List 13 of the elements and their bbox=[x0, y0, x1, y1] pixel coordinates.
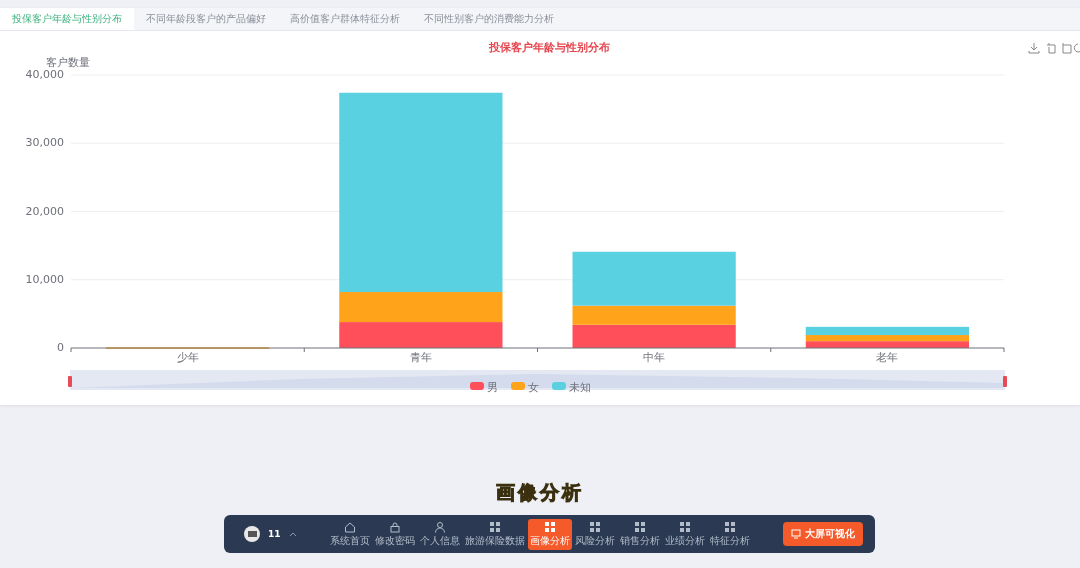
y-tick-label: 30,000 bbox=[25, 136, 64, 150]
x-tick-label: 中年 bbox=[643, 351, 666, 364]
y-tick-label: 20,000 bbox=[25, 204, 64, 218]
y-tick-label: 10,000 bbox=[25, 272, 64, 286]
y-axis-label: 客户数量 bbox=[46, 56, 90, 69]
video-caption: 画像分析 bbox=[496, 481, 584, 503]
x-tick-label: 老年 bbox=[876, 351, 899, 364]
x-tick-label: 少年 bbox=[176, 351, 199, 364]
y-tick-label: 0 bbox=[57, 341, 64, 354]
x-tick-label: 青年 bbox=[409, 351, 432, 364]
y-tick-label: 40,000 bbox=[25, 68, 64, 81]
chart-title: 投保客户年龄与性别分布 bbox=[488, 41, 610, 54]
user-name: 11 bbox=[268, 529, 281, 539]
